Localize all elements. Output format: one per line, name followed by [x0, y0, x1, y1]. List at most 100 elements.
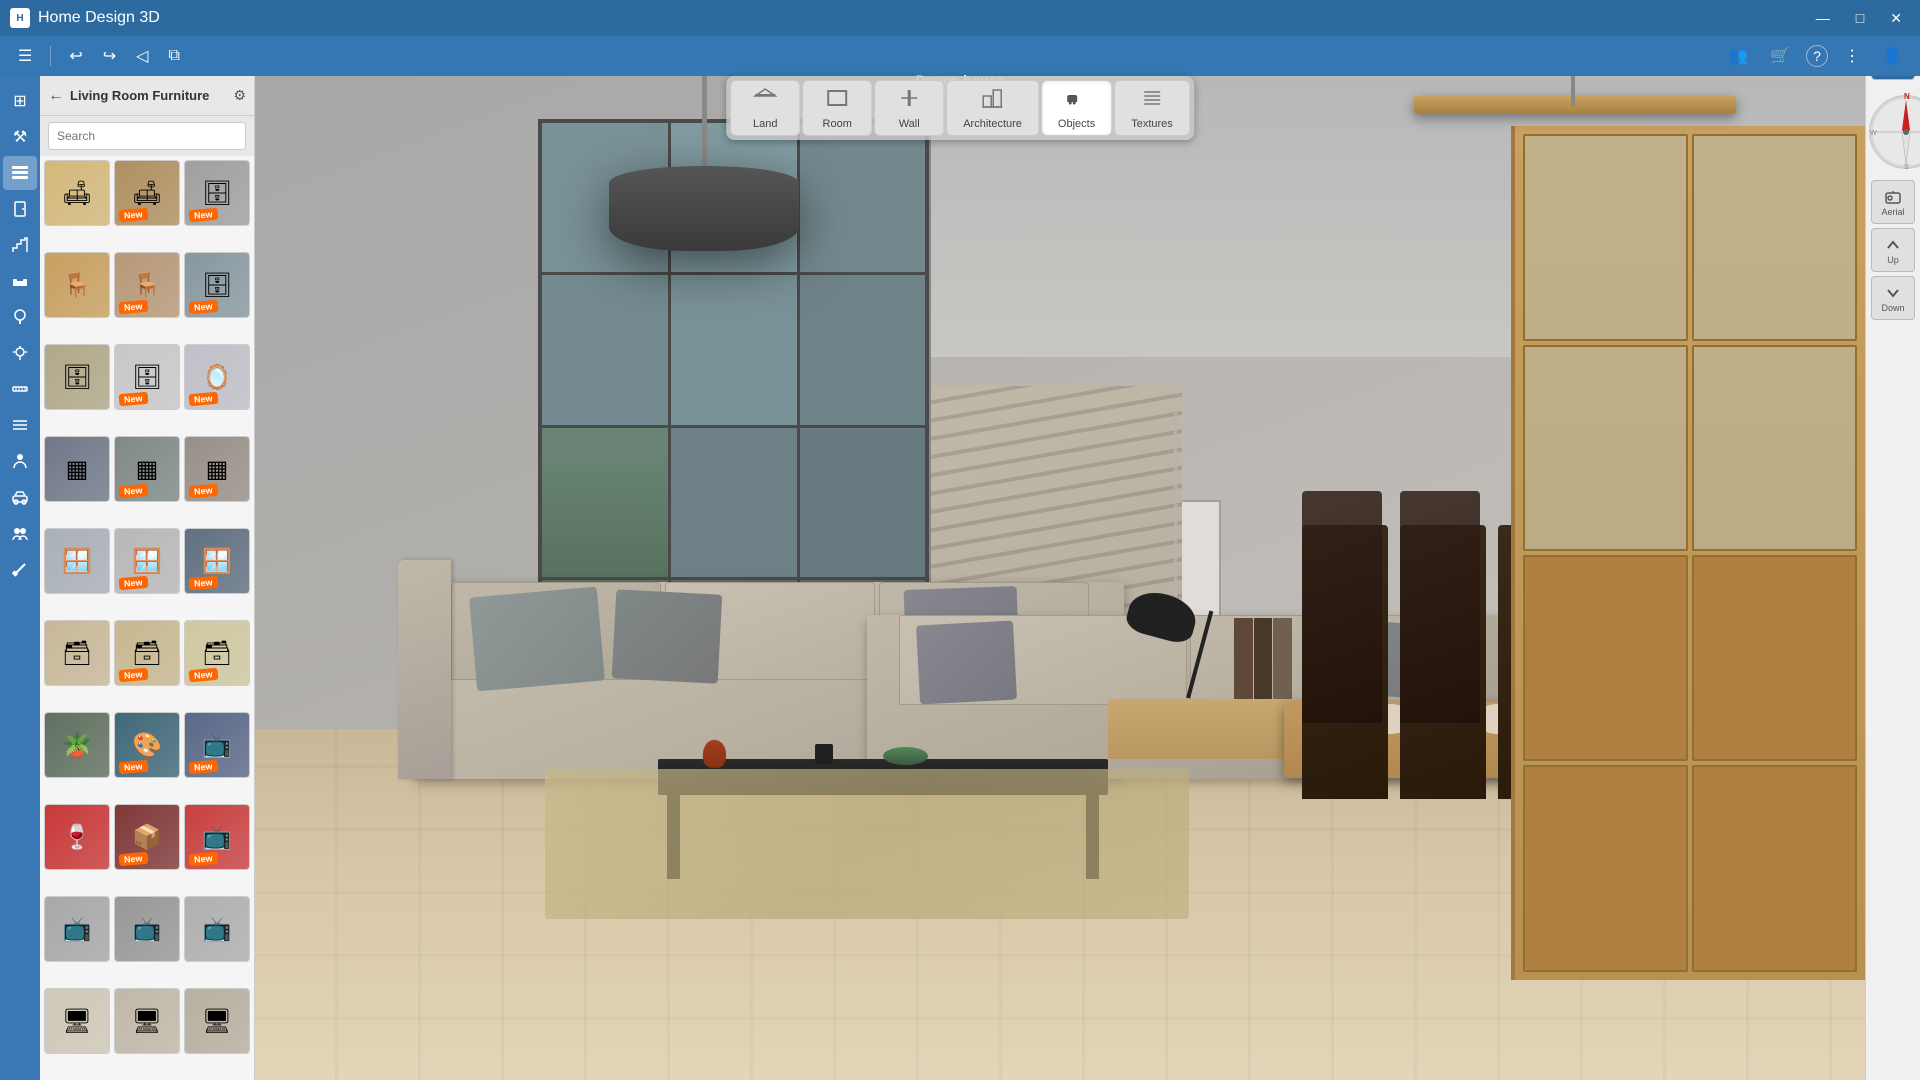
furniture-item[interactable]: 🪟 New	[184, 528, 250, 594]
help-button[interactable]: ?	[1806, 45, 1828, 67]
up-label: Up	[1887, 255, 1899, 265]
icon-vehicle[interactable]	[3, 480, 37, 514]
redo-button[interactable]: ↪	[97, 42, 122, 70]
objects-icon	[1065, 86, 1089, 116]
furniture-item[interactable]: 📺 New	[184, 804, 250, 870]
shop-button[interactable]: 🛒	[1764, 42, 1796, 70]
loveseat-pillow	[916, 621, 1017, 705]
furniture-item[interactable]: 🗃 New	[184, 620, 250, 686]
sofa-arm-left	[398, 560, 451, 779]
aerial-label: Aerial	[1881, 207, 1904, 217]
nav-tab-architecture-label: Architecture	[963, 118, 1022, 130]
area-rug	[545, 769, 1189, 920]
menu-button[interactable]: ☰	[12, 42, 38, 70]
panel-back-button[interactable]: ←	[48, 87, 64, 105]
copy-button[interactable]: ⧉	[162, 43, 185, 69]
furniture-item[interactable]: 🪑	[44, 252, 110, 318]
furniture-item[interactable]: 🖥	[44, 988, 110, 1054]
back-button[interactable]: ◁	[130, 42, 154, 70]
furniture-item[interactable]: 📦 New	[114, 804, 180, 870]
toolbar-separator	[50, 46, 51, 66]
candle	[815, 744, 833, 764]
main-3d-view[interactable]	[255, 76, 1865, 1080]
aerial-view-button[interactable]: Aerial	[1871, 180, 1915, 224]
undo-button[interactable]: ↩	[63, 42, 88, 70]
maximize-button[interactable]: □	[1848, 8, 1872, 29]
close-button[interactable]: ✕	[1882, 8, 1910, 29]
furniture-item[interactable]: 🍷	[44, 804, 110, 870]
furniture-item[interactable]: 🪑 New	[114, 252, 180, 318]
nav-tab-room[interactable]: Room	[802, 80, 872, 136]
furniture-item[interactable]: 🪟	[44, 528, 110, 594]
new-badge: New	[119, 392, 148, 406]
book	[1234, 618, 1253, 698]
furniture-item[interactable]: 🎨 New	[114, 712, 180, 778]
panel: ← Living Room Furniture ⚙ 🛋 🛋 New 🗄 New	[40, 76, 254, 1080]
icon-plant[interactable]	[3, 300, 37, 334]
furniture-item[interactable]: 🗄 New	[184, 160, 250, 226]
furniture-item[interactable]: 🖥	[114, 988, 180, 1054]
cabinet-door	[1523, 765, 1688, 971]
room-icon	[825, 86, 849, 116]
furniture-item[interactable]: 🪞 New	[184, 344, 250, 410]
icon-measure[interactable]	[3, 372, 37, 406]
furniture-item[interactable]: 🗃 New	[114, 620, 180, 686]
icon-build[interactable]	[3, 552, 37, 586]
icon-tools[interactable]: ⚒	[3, 120, 37, 154]
nav-tab-objects[interactable]: Objects	[1041, 80, 1112, 136]
app-icon: H	[10, 8, 30, 28]
icon-layers[interactable]	[3, 156, 37, 190]
panel-settings-button[interactable]: ⚙	[233, 87, 246, 104]
icon-group[interactable]	[3, 516, 37, 550]
icon-stair[interactable]	[3, 228, 37, 262]
new-badge: New	[119, 484, 148, 498]
icon-light[interactable]	[3, 336, 37, 370]
nav-tab-land[interactable]: Land	[730, 80, 800, 136]
lamp-cord	[702, 76, 707, 166]
furniture-item[interactable]: 🛋	[44, 160, 110, 226]
furniture-item[interactable]: 🗄 New	[114, 344, 180, 410]
nav-tab-wall[interactable]: Wall	[874, 80, 944, 136]
furniture-item[interactable]: 🛋 New	[114, 160, 180, 226]
icon-person[interactable]	[3, 444, 37, 478]
search-input[interactable]	[48, 122, 246, 150]
land-icon	[753, 86, 777, 116]
furniture-item[interactable]: 🗄 New	[184, 252, 250, 318]
desk-lamp-shade	[1123, 586, 1200, 646]
new-badge: New	[189, 300, 218, 314]
sidebar: ⊞ ⚒	[0, 76, 255, 1080]
account-button[interactable]: 👤	[1876, 42, 1908, 70]
svg-text:S: S	[1904, 164, 1909, 171]
furniture-item[interactable]: 📺	[44, 896, 110, 962]
icon-door[interactable]	[3, 192, 37, 226]
titlebar-controls: — □ ✕	[1808, 8, 1910, 29]
window-pane	[800, 123, 926, 273]
minimize-button[interactable]: —	[1808, 8, 1838, 29]
icon-furniture[interactable]	[3, 264, 37, 298]
furniture-item[interactable]: 🖥	[184, 988, 250, 1054]
furniture-item[interactable]: 📺	[114, 896, 180, 962]
nav-tab-architecture[interactable]: Architecture	[946, 80, 1039, 136]
furniture-item[interactable]: 🪴	[44, 712, 110, 778]
furniture-item[interactable]: 🗄	[44, 344, 110, 410]
furniture-item[interactable]: ▦ New	[114, 436, 180, 502]
furniture-item[interactable]: 🗃	[44, 620, 110, 686]
people-button[interactable]: 👥	[1722, 42, 1754, 70]
cabinet-door	[1692, 555, 1857, 761]
furniture-item[interactable]: 📺 New	[184, 712, 250, 778]
nav-tab-objects-label: Objects	[1058, 118, 1095, 130]
view-down-button[interactable]: Down	[1871, 276, 1915, 320]
furniture-item[interactable]: ▦	[44, 436, 110, 502]
throw-pillow	[612, 589, 723, 683]
view-up-button[interactable]: Up	[1871, 228, 1915, 272]
cabinet-glass-door	[1523, 134, 1688, 340]
furniture-item[interactable]: 🪟 New	[114, 528, 180, 594]
new-badge: New	[119, 852, 148, 866]
throw-pillow	[469, 586, 604, 691]
icon-floor[interactable]: ⊞	[3, 84, 37, 118]
nav-tab-textures[interactable]: Textures	[1114, 80, 1190, 136]
furniture-item[interactable]: ▦ New	[184, 436, 250, 502]
furniture-item[interactable]: 📺	[184, 896, 250, 962]
icon-texture[interactable]	[3, 408, 37, 442]
more-options-button[interactable]: ⋮	[1838, 42, 1866, 70]
